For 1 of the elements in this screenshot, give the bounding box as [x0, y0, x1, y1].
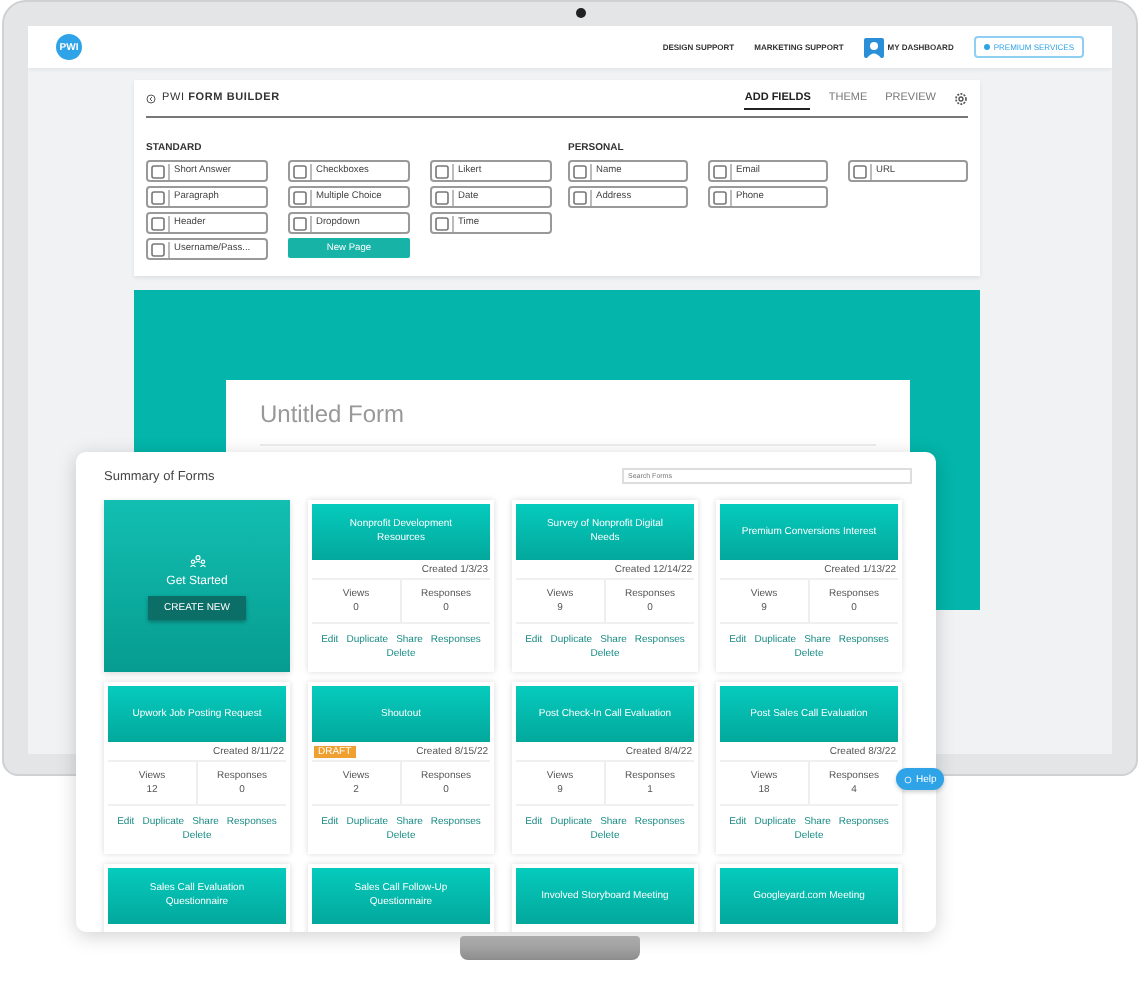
- form-title-field[interactable]: Untitled Form: [260, 400, 876, 446]
